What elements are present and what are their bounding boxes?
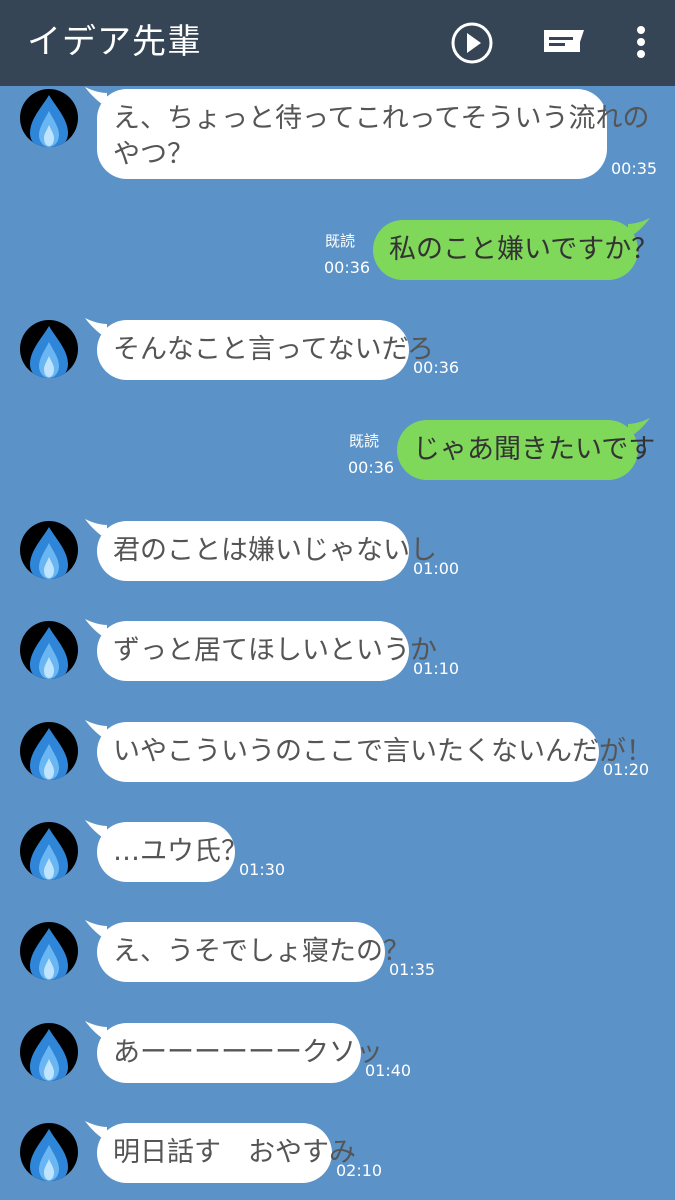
incoming-message: そんなこと言ってないだろ 00:36	[0, 318, 675, 380]
flame-icon	[30, 627, 68, 679]
avatar[interactable]	[20, 89, 78, 147]
message-text: やつ？	[113, 139, 194, 170]
outgoing-message: じゃあ聞きたいです 既読 00:36	[0, 418, 675, 480]
incoming-message: え、うそでしょ寝たの？ 01:35	[0, 920, 675, 982]
incoming-message: 明日話す おやすみ 02:10	[0, 1121, 675, 1183]
message-bubble[interactable]: 君のことは嫌いじゃないし	[97, 521, 437, 581]
message-text: いやこういうのここで言いたくないんだが！	[113, 736, 653, 767]
bubble-tail	[628, 418, 650, 438]
bubble-tail	[85, 87, 107, 107]
message-text: 私のこと嫌いですか？	[389, 234, 659, 265]
message-bubble[interactable]: いやこういうのここで言いたくないんだが！	[97, 722, 653, 782]
message-time: 01:20	[603, 760, 650, 779]
message-bubble[interactable]: 明日話す おやすみ	[97, 1123, 356, 1183]
incoming-message: …ユウ氏？ 01:30	[0, 820, 675, 882]
message-text: 明日話す おやすみ	[113, 1137, 356, 1168]
incoming-message: あーーーーーークソッ 01:40	[0, 1021, 675, 1083]
flame-icon	[30, 326, 68, 378]
avatar[interactable]	[20, 320, 78, 378]
avatar[interactable]	[20, 922, 78, 980]
note-button[interactable]	[540, 20, 586, 66]
message-text: そんなこと言ってないだろ	[113, 334, 435, 365]
bubble-tail	[85, 519, 107, 539]
chat-title: イデア先輩	[27, 22, 202, 62]
message-bubble[interactable]: え、うそでしょ寝たの？	[97, 922, 410, 982]
flame-icon	[30, 527, 68, 579]
bubble-tail	[85, 318, 107, 338]
message-time: 01:40	[365, 1061, 412, 1080]
incoming-message: 君のことは嫌いじゃないし 01:00	[0, 519, 675, 581]
bubble-tail	[85, 820, 107, 840]
message-bubble[interactable]: あーーーーーークソッ	[97, 1023, 383, 1083]
message-bubble[interactable]: え、ちょっと待ってこれってそういう流れの やつ？	[97, 89, 650, 179]
flame-icon	[30, 1129, 68, 1181]
avatar[interactable]	[20, 1023, 78, 1081]
chat-header: イデア先輩	[0, 0, 675, 86]
message-bubble[interactable]: じゃあ聞きたいです	[397, 420, 656, 480]
play-button[interactable]	[449, 20, 495, 66]
message-bubble[interactable]: …ユウ氏？	[97, 822, 248, 882]
message-time: 01:10	[413, 659, 460, 678]
more-icon	[637, 26, 645, 58]
message-bubble[interactable]: そんなこと言ってないだろ	[97, 320, 435, 380]
avatar[interactable]	[20, 1123, 78, 1181]
bubble-tail	[628, 218, 650, 238]
avatar[interactable]	[20, 822, 78, 880]
avatar[interactable]	[20, 621, 78, 679]
message-bubble[interactable]: 私のこと嫌いですか？	[373, 220, 659, 280]
message-time: 01:30	[239, 860, 286, 879]
chat-area[interactable]: え、ちょっと待ってこれってそういう流れの やつ？ 00:35 私のこと嫌いですか？ 既読…	[0, 86, 675, 1200]
bubble-tail	[85, 920, 107, 940]
avatar[interactable]	[20, 521, 78, 579]
incoming-message: え、ちょっと待ってこれってそういう流れの やつ？ 00:35	[0, 87, 675, 179]
message-time: 00:35	[611, 159, 658, 178]
message-text: あーーーーーークソッ	[113, 1037, 383, 1068]
message-text: え、うそでしょ寝たの？	[113, 936, 410, 967]
message-time: 00:36	[348, 458, 395, 477]
incoming-message: ずっと居てほしいというか 01:10	[0, 619, 675, 681]
message-time: 00:36	[324, 258, 371, 277]
flame-icon	[30, 728, 68, 780]
message-time: 01:35	[389, 960, 436, 979]
message-time: 00:36	[413, 358, 460, 377]
message-text: え、ちょっと待ってこれってそういう流れの	[113, 103, 650, 134]
bubble-tail	[85, 1021, 107, 1041]
avatar[interactable]	[20, 722, 78, 780]
read-receipt: 既読	[325, 232, 356, 250]
flame-icon	[30, 928, 68, 980]
message-text: 君のことは嫌いじゃないし	[113, 535, 437, 566]
incoming-message: いやこういうのここで言いたくないんだが！ 01:20	[0, 720, 675, 782]
outgoing-message: 私のこと嫌いですか？ 既読 00:36	[0, 218, 675, 280]
more-button[interactable]	[619, 20, 659, 66]
flame-icon	[30, 828, 68, 880]
bubble-tail	[85, 619, 107, 639]
message-text: …ユウ氏？	[113, 836, 248, 867]
message-text: ずっと居てほしいというか	[113, 635, 437, 666]
bubble-tail	[85, 1121, 107, 1141]
bubble-tail	[85, 720, 107, 740]
message-bubble[interactable]: ずっと居てほしいというか	[97, 621, 437, 681]
flame-icon	[30, 1029, 68, 1081]
message-text: じゃあ聞きたいです	[413, 434, 656, 465]
read-receipt: 既読	[349, 432, 380, 450]
flame-icon	[30, 95, 68, 147]
note-icon	[544, 30, 584, 52]
message-time: 02:10	[336, 1161, 383, 1180]
play-icon	[451, 22, 493, 64]
message-time: 01:00	[413, 559, 460, 578]
